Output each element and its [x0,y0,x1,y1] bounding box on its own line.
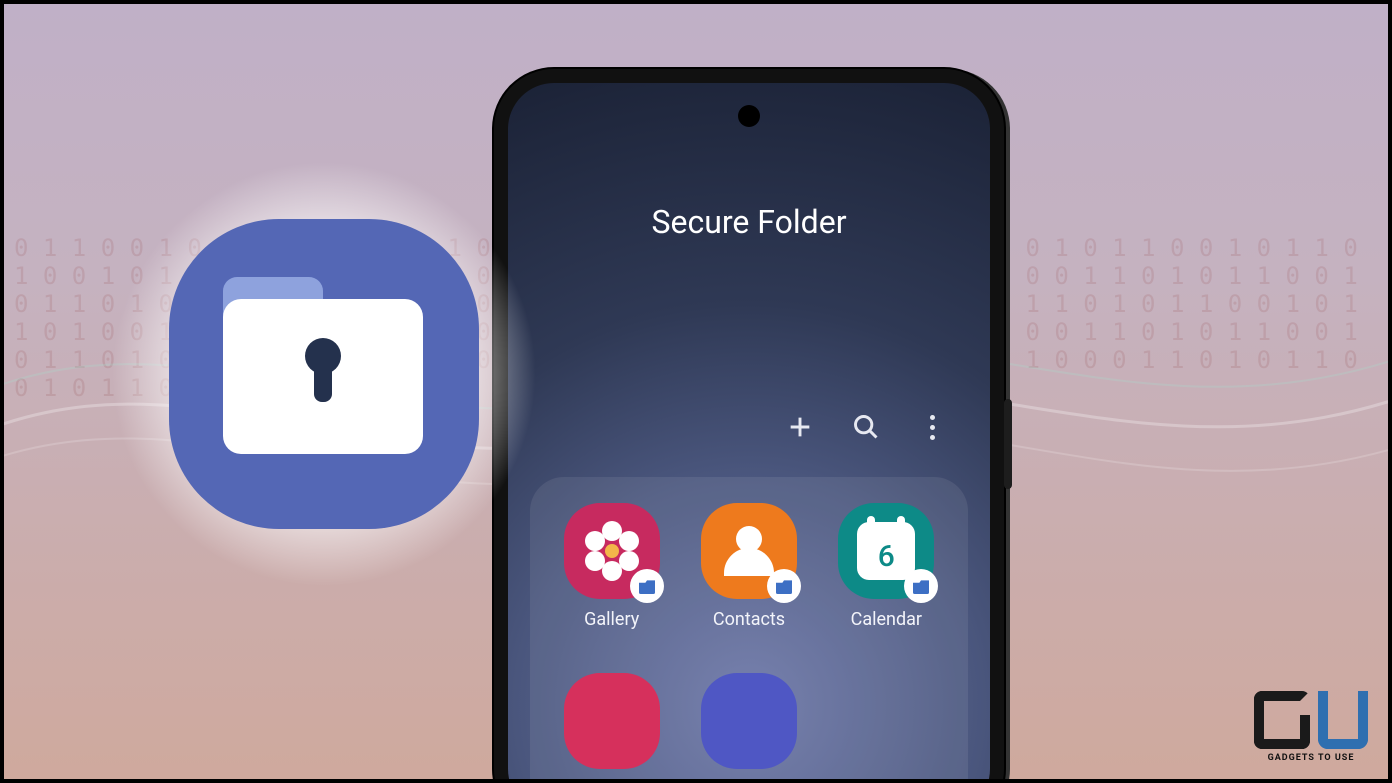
app-label: Calendar [851,609,922,630]
folder-lock-icon [223,299,423,454]
app-icon [564,673,660,769]
app-unknown-3[interactable] [823,673,950,783]
gu-logo-icon [1254,691,1368,749]
more-icon[interactable] [918,413,946,441]
keyhole-icon [305,338,341,402]
app-unknown-1[interactable] [548,673,675,783]
app-gallery[interactable]: Gallery [548,503,675,663]
calendar-day: 6 [878,539,895,574]
app-label: Contacts [713,609,785,630]
secure-badge-icon [904,569,938,603]
search-icon[interactable] [852,413,880,441]
power-button [1004,399,1012,489]
toolbar [786,413,946,441]
phone-screen: Secure Folder [508,83,990,783]
app-panel: Gallery Contacts 6 [530,477,968,783]
app-icon [701,673,797,769]
app-unknown-2[interactable] [685,673,812,783]
feature-image: 0 1 1 0 0 1 0 1 0 0 1 0 1 1 0 1 0 0 0 1 … [0,0,1392,783]
screen-title: Secure Folder [508,203,990,241]
brand-logo: GADGETS TO USE [1254,691,1368,763]
secure-badge-icon [630,569,664,603]
add-icon[interactable] [786,413,814,441]
secure-folder-app-icon [104,154,544,594]
brand-tagline: GADGETS TO USE [1268,753,1355,763]
app-contacts[interactable]: Contacts [685,503,812,663]
phone-frame: Secure Folder [494,69,1004,783]
contacts-icon [701,503,797,599]
app-label: Gallery [584,609,639,630]
gallery-icon [564,503,660,599]
app-calendar[interactable]: 6 Calendar [823,503,950,663]
camera-notch [738,105,760,127]
calendar-icon: 6 [838,503,934,599]
secure-badge-icon [767,569,801,603]
